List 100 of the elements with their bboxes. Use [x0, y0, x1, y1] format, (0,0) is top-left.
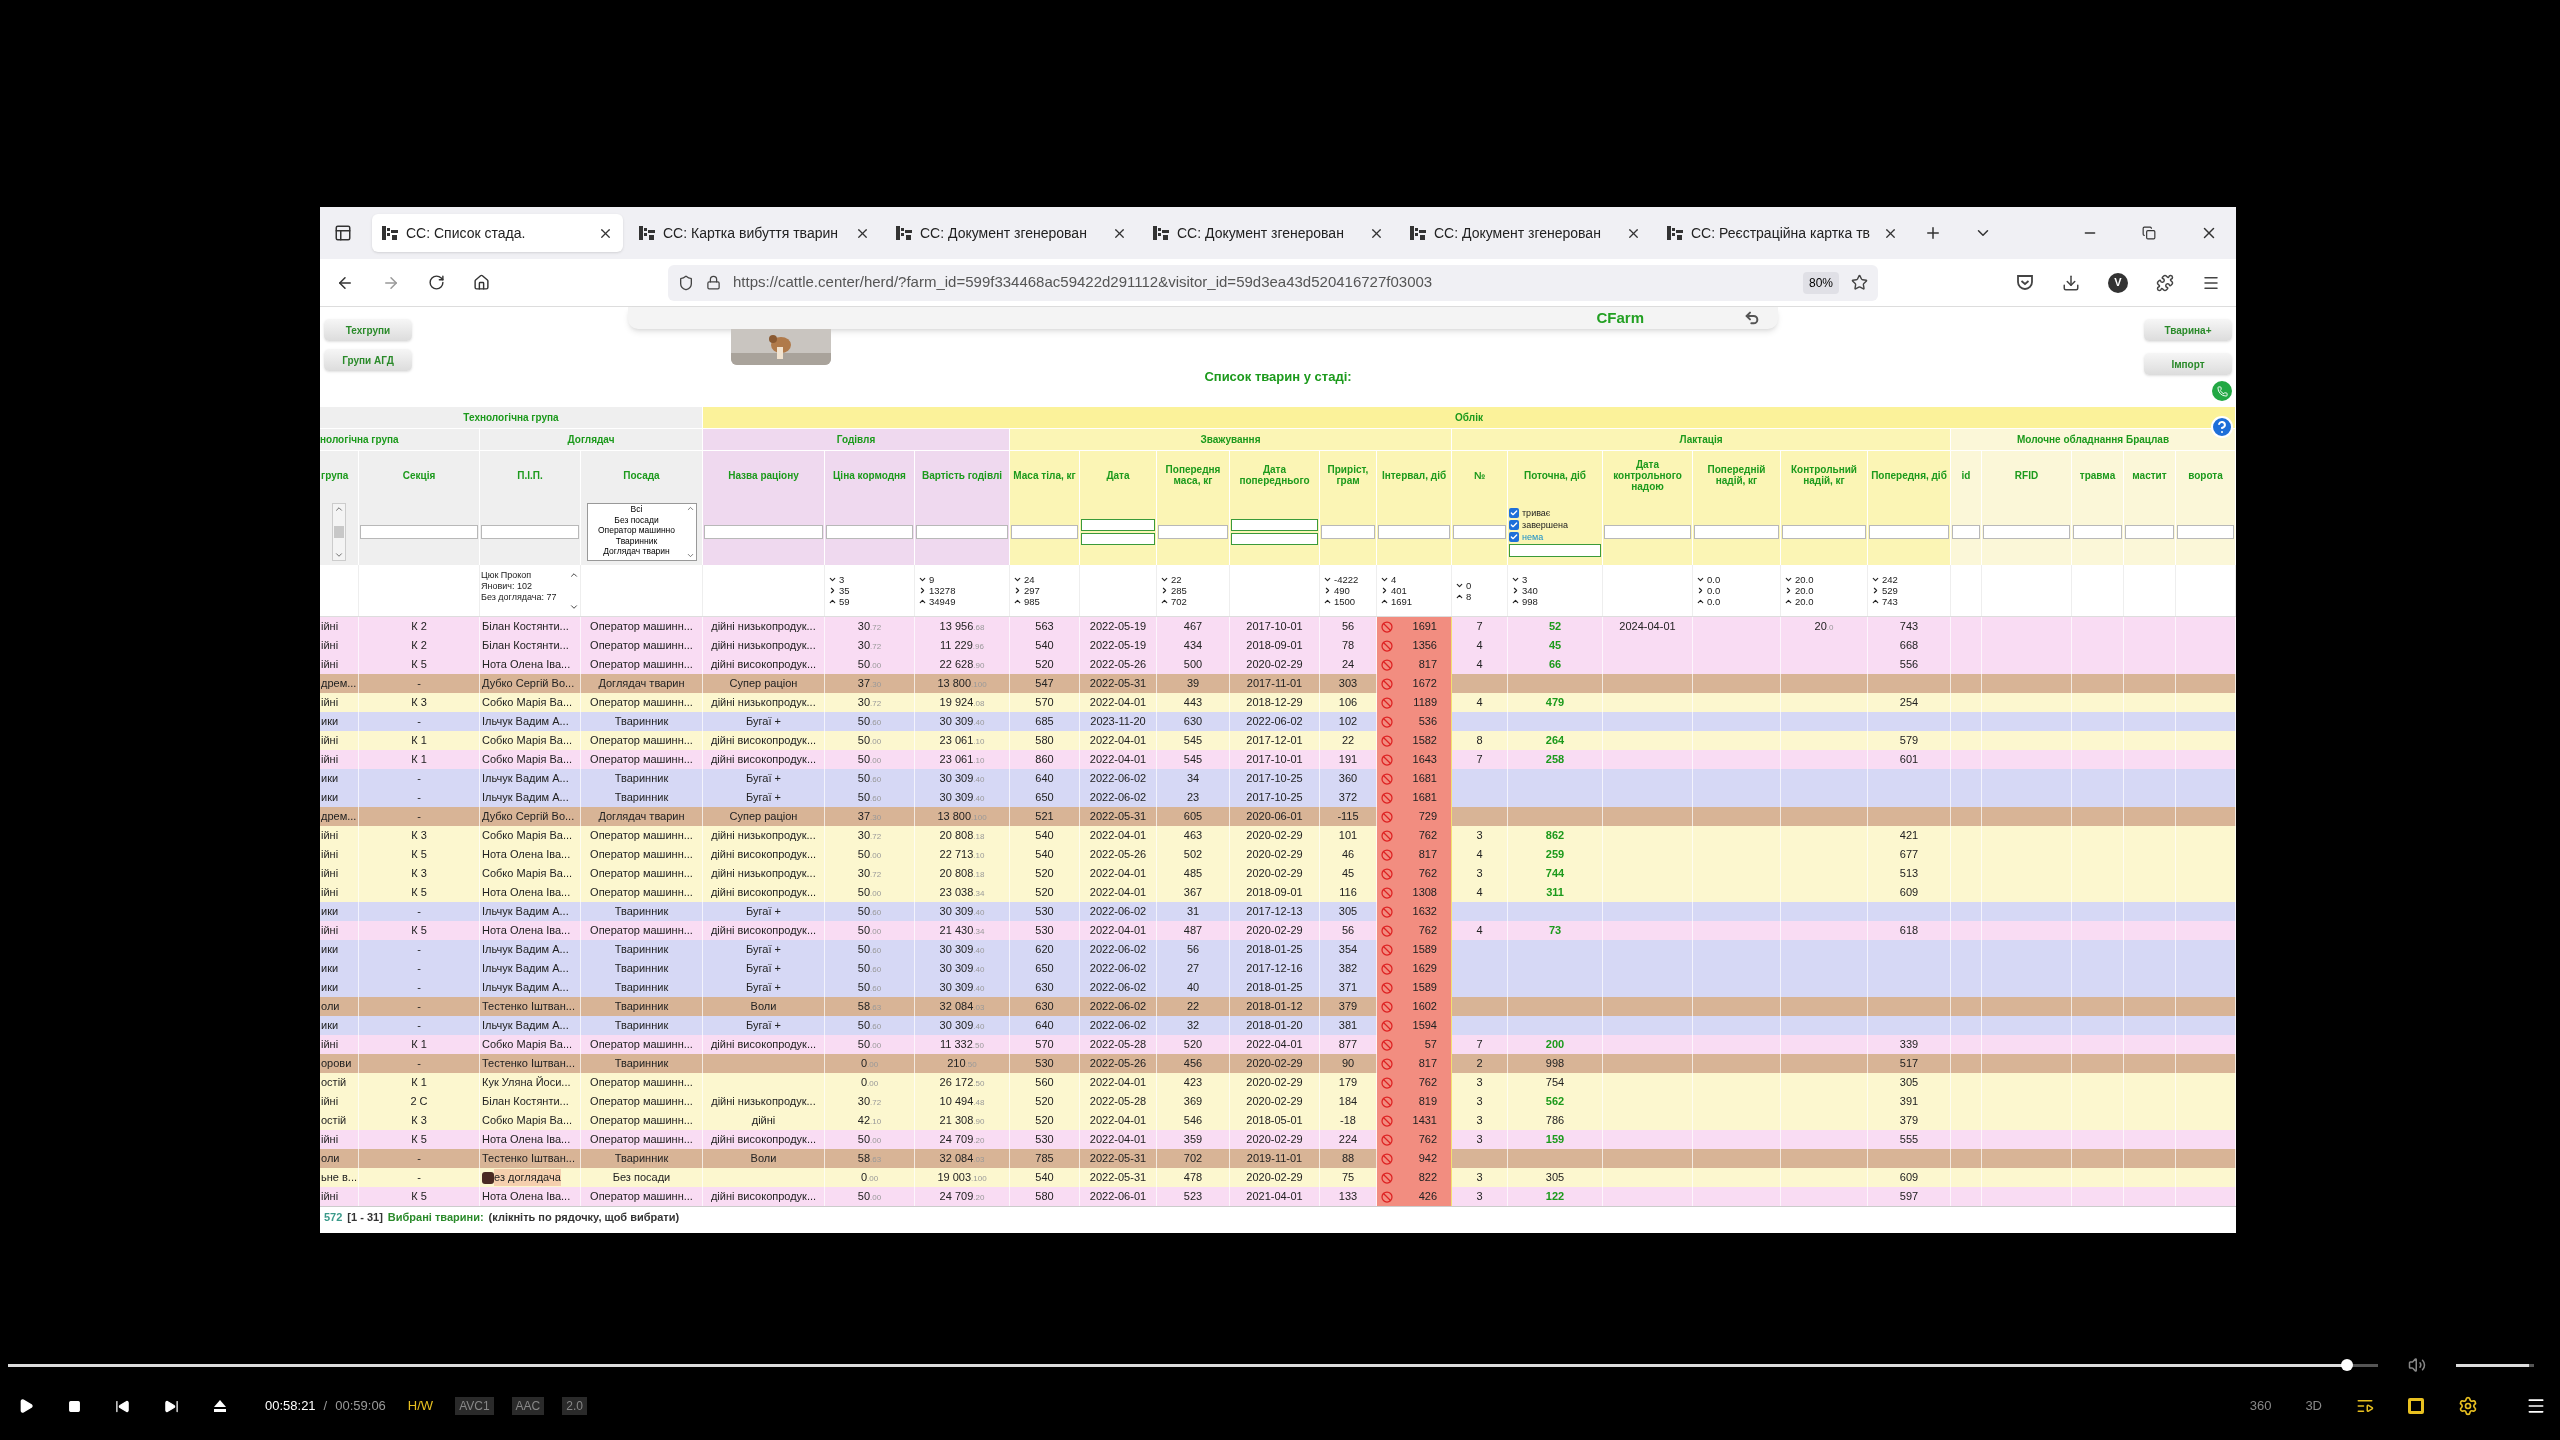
filter-field[interactable]	[826, 525, 913, 539]
filter-field[interactable]	[481, 525, 579, 539]
return-icon[interactable]	[1744, 310, 1760, 326]
download-icon[interactable]	[2062, 273, 2080, 292]
reload-icon[interactable]	[428, 274, 445, 291]
nav-button[interactable]: Групи АГД	[324, 349, 412, 371]
filter-field[interactable]	[916, 525, 1008, 539]
table-row[interactable]: ики - Ільчук Вадим А... Тваринник Бугаї + 50.60 30 309.40 650 2022-06-02 27 2017-12-16 382 1629	[320, 959, 2236, 978]
table-row[interactable]: остій К 1 Кук Уляна Йоси... Оператор машинн... 0.00 26 172.50 560 2022-04-01 423 2020-02-29 179 762 3 754 305	[320, 1073, 2236, 1092]
restore-icon[interactable]	[2142, 226, 2156, 240]
fullscreen-icon[interactable]	[2408, 1398, 2424, 1414]
lock-icon[interactable]	[706, 275, 721, 290]
filter-field[interactable]	[1869, 525, 1949, 539]
shield-icon[interactable]	[678, 274, 694, 291]
table-row[interactable]: ійні К 1 Собко Марія Ва... Оператор машинн... дійні високопродук... 50.00 11 332.50 570 2022-05-28 520 2022-04-01 877 57 7 200 339	[320, 1035, 2236, 1054]
listbox-option[interactable]: Оператор машинно	[597, 525, 676, 536]
profile-avatar[interactable]: V	[2108, 272, 2128, 293]
address-bar[interactable]: https://cattle.center/herd/?farm_id=599f334468ac59422d291112&visitor_id=59d3ea43d520416727f03003 80%	[668, 264, 1878, 301]
table-row[interactable]: ійні К 2 Білан Костянти... Оператор машинн... дійні низькопродук... 30.72 11 229.96 540 2022-05-19 434 2018-09-01 78 1356 4 45 668	[320, 636, 2236, 655]
table-row[interactable]: ики - Ільчук Вадим А... Тваринник Бугаї + 50.60 30 309.40 685 2023-11-20 630 2022-06-02 102 536	[320, 712, 2236, 731]
filter-field[interactable]	[1952, 525, 1980, 539]
menu-icon[interactable]	[2526, 1396, 2546, 1416]
table-row[interactable]: ійні 2 С Білан Костянти... Оператор машинн... дійні низькопродук... 30.72 10 494.48 520 2022-05-28 369 2020-02-29 184 819 3 562 391	[320, 1092, 2236, 1111]
table-row[interactable]: ійні К 5 Нота Олена Іва... Оператор машинн... дійні високопродук... 50.00 24 709.20 530 2022-04-01 359 2020-02-29 224 762 3 159 555	[320, 1130, 2236, 1149]
table-row[interactable]: ьне в... - ез доглядача Без посади 0.00 19 003.100 540 2022-05-31 478 2020-02-29 75 822 3 305 609	[320, 1168, 2236, 1187]
table-row[interactable]: ики - Ільчук Вадим А... Тваринник Бугаї + 50.60 30 309.40 640 2022-06-02 32 2018-01-20 381 1594	[320, 1016, 2236, 1035]
listbox-option[interactable]: Без посади	[614, 514, 659, 525]
table-row[interactable]: ійні К 2 Білан Костянти... Оператор машинн... дійні низькопродук... 30.72 13 956.68 563 2022-05-19 467 2017-10-01 56 1691 7 52 2024-04-01 20.0 743	[320, 617, 2236, 636]
filter-field[interactable]	[704, 525, 823, 539]
filter-field[interactable]	[2177, 525, 2234, 539]
volume-icon[interactable]	[2408, 1356, 2426, 1374]
nav-button[interactable]: Техгрупи	[324, 319, 412, 341]
filter-field[interactable]	[1782, 525, 1866, 539]
column-header[interactable]: травма	[2072, 451, 2124, 499]
checkbox[interactable]	[1509, 508, 1519, 518]
filter-field[interactable]	[1011, 525, 1078, 539]
scroll-up-icon[interactable]	[334, 504, 344, 514]
checkbox[interactable]	[1509, 520, 1519, 530]
table-row[interactable]: ійні К 5 Нота Олена Іва... Оператор машинн... дійні високопродук... 50.00 21 430.34 530 2022-04-01 487 2020-02-29 56 762 4 73 618	[320, 921, 2236, 940]
home-icon[interactable]	[473, 274, 490, 291]
zoom-level[interactable]: 80%	[1802, 271, 1839, 294]
table-row[interactable]: ійні К 3 Собко Марія Ва... Оператор машинн... дійні низькопродук... 30.72 19 924.08 570 2022-04-01 443 2018-12-29 106 1189 4 479 254	[320, 693, 2236, 712]
table-row[interactable]: ійні К 1 Собко Марія Ва... Оператор машинн... дійні високопродук... 50.00 23 061.10 580 2022-04-01 545 2017-12-01 22 1582 8 264 579	[320, 731, 2236, 750]
table-row[interactable]: ійні К 3 Собко Марія Ва... Оператор машинн... дійні низькопродук... 30.72 20 808.18 540 2022-04-01 463 2020-02-29 101 762 3 862 421	[320, 826, 2236, 845]
browser-tab[interactable]: СС: Картка вибуття тварин	[629, 214, 880, 252]
mode-label[interactable]: 360	[2249, 1396, 2272, 1416]
filter-field[interactable]	[1453, 525, 1506, 539]
table-row[interactable]: ики - Ільчук Вадим А... Тваринник Бугаї + 50.60 30 309.40 620 2022-06-02 56 2018-01-25 354 1589	[320, 940, 2236, 959]
play-icon[interactable]	[18, 1398, 34, 1414]
phone-icon[interactable]	[2212, 381, 2232, 401]
position-listbox[interactable]: Всі Без посади Оператор машинно Тваринник Доглядач тварин	[586, 503, 697, 561]
table-row[interactable]: ики - Ільчук Вадим А... Тваринник Бугаї + 50.60 30 309.40 530 2022-06-02 31 2017-12-13 305 1632	[320, 902, 2236, 921]
mode-label[interactable]: 3D	[2305, 1396, 2322, 1416]
table-row[interactable]: ики - Ільчук Вадим А... Тваринник Бугаї + 50.60 30 309.40 640 2022-06-02 34 2017-10-25 360 1681	[320, 769, 2236, 788]
filter-field[interactable]	[2073, 525, 2122, 539]
filter-field[interactable]	[1231, 519, 1318, 531]
listbox-option[interactable]: Всі	[630, 504, 643, 515]
scroll-down-icon[interactable]	[686, 551, 695, 560]
filter-field[interactable]	[2125, 525, 2174, 539]
table-row[interactable]: ійні К 1 Собко Марія Ва... Оператор машинн... дійні високопродук... 50.00 23 061.10 860 2022-04-01 545 2017-10-01 191 1643 7 258 601	[320, 750, 2236, 769]
next-icon[interactable]	[164, 1398, 179, 1414]
nav-button[interactable]: Імпорт	[2144, 353, 2232, 375]
filter-field[interactable]	[360, 525, 478, 539]
filter-field[interactable]	[1604, 525, 1691, 539]
filter-field[interactable]	[1231, 533, 1318, 545]
tab-list-icon[interactable]	[334, 224, 352, 242]
playlist-icon[interactable]	[2356, 1397, 2374, 1415]
scroll-down-icon[interactable]	[334, 550, 344, 560]
pocket-icon[interactable]	[2016, 274, 2034, 291]
filter-field[interactable]	[1378, 525, 1450, 539]
table-row[interactable]: ики - Ільчук Вадим А... Тваринник Бугаї + 50.60 30 309.40 650 2022-06-02 23 2017-10-25 372 1681	[320, 788, 2236, 807]
table-row[interactable]: ійні К 5 Нота Олена Іва... Оператор машинн... дійні високопродук... 50.00 22 628.90 520 2022-05-26 500 2020-02-29 24 817 4 66 556	[320, 655, 2236, 674]
table-row[interactable]: ики - Ільчук Вадим А... Тваринник Бугаї + 50.60 30 309.40 630 2022-06-02 40 2018-01-25 371 1589	[320, 978, 2236, 997]
browser-tab[interactable]: СС: Документ згенерован	[1143, 214, 1394, 252]
progress-thumb[interactable]	[2341, 1358, 2354, 1371]
eject-icon[interactable]	[213, 1399, 227, 1413]
filter-field[interactable]	[1158, 525, 1228, 539]
browser-tab[interactable]: СС: Документ згенерован	[1400, 214, 1651, 252]
listbox-option[interactable]: Тваринник	[615, 535, 658, 546]
checkbox[interactable]	[1509, 532, 1519, 542]
table-row[interactable]: ійні К 3 Собко Марія Ва... Оператор машинн... дійні низькопродук... 30.72 20 808.18 520 2022-04-01 485 2020-02-29 45 762 3 744 513	[320, 864, 2236, 883]
previous-icon[interactable]	[115, 1398, 130, 1414]
filter-field[interactable]	[1081, 533, 1155, 545]
bookmark-star-icon[interactable]	[1851, 274, 1868, 291]
column-header[interactable]: мастит	[2124, 451, 2176, 499]
scrollbar[interactable]	[332, 503, 346, 561]
filter-field[interactable]	[1081, 519, 1155, 531]
new-tab-icon[interactable]	[1924, 224, 1942, 242]
table-row[interactable]: ійні К 5 Нота Олена Іва... Оператор машинн... дійні високопродук... 50.00 22 713.10 540 2022-05-26 502 2020-02-29 46 817 4 259 677	[320, 845, 2236, 864]
table-row[interactable]: ійні К 5 Нота Олена Іва... Оператор машинн... дійні високопродук... 50.00 24 709.20 580 2022-06-01 523 2021-04-01 133 426 3 122 597	[320, 1187, 2236, 1206]
filter-field[interactable]	[1983, 525, 2070, 539]
browser-tab[interactable]: СС: Документ згенерован	[886, 214, 1137, 252]
table-row[interactable]: остій К 3 Собко Марія Ва... Оператор машинн... дійні 42.10 21 308.90 520 2022-04-01 546 2018-05-01 -18 1431 3 786 379	[320, 1111, 2236, 1130]
scroll-up-icon[interactable]	[686, 504, 695, 513]
browser-tab[interactable]: СС: Реєстраційна картка тв	[1657, 214, 1908, 252]
listbox-option[interactable]: Доглядач тварин	[603, 546, 670, 557]
table-row[interactable]: ійні К 5 Нота Олена Іва... Оператор машинн... дійні високопродук... 50.00 23 038.34 520 2022-04-01 367 2018-09-01 116 1308 4 311 609	[320, 883, 2236, 902]
browser-tab[interactable]: СС: Список стада.	[372, 214, 623, 252]
filter-field[interactable]	[1321, 525, 1375, 539]
scroll-thumb[interactable]	[334, 526, 344, 538]
